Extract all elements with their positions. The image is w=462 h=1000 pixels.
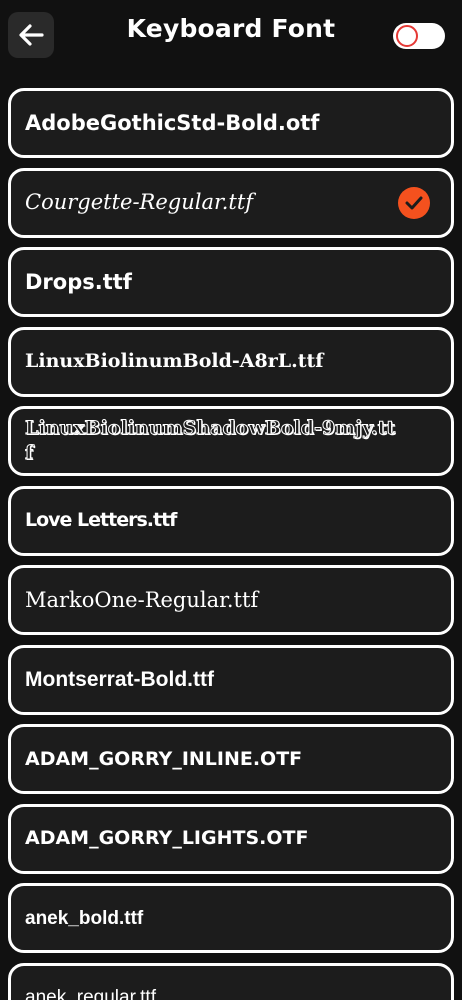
- font-item-drops[interactable]: Drops.ttf: [8, 247, 454, 317]
- font-item-label: anek_bold.ttf: [25, 907, 144, 929]
- font-item-label: LinuxBiolinumShadowBold-9mjy.ttf: [25, 417, 396, 465]
- font-item-label: ADAM_GORRY_INLINE.OTF: [25, 747, 303, 770]
- font-list: AdobeGothicStd-Bold.otf Courgette-Regula…: [8, 88, 454, 1000]
- font-item-anek-bold[interactable]: anek_bold.ttf: [8, 883, 454, 953]
- font-item-love-letters[interactable]: Love Letters.ttf: [8, 485, 454, 556]
- header: Keyboard Font: [0, 0, 462, 72]
- font-item-label: anek_regular.ttf: [25, 987, 156, 1000]
- font-item-label: AdobeGothicStd-Bold.otf: [25, 110, 320, 135]
- font-item-adam-gorry-inline[interactable]: ADAM_GORRY_INLINE.OTF: [8, 724, 454, 794]
- font-item-adobegothicstd-bold[interactable]: AdobeGothicStd-Bold.otf: [8, 88, 454, 158]
- toggle-knob: [396, 25, 418, 47]
- font-item-label: Courgette-Regular.ttf: [25, 190, 254, 214]
- font-item-adam-gorry-lights[interactable]: ADAM_GORRY_LIGHTS.OTF: [8, 803, 454, 874]
- selected-check-icon: [398, 186, 430, 219]
- font-item-markoone-regular[interactable]: MarkoOne-Regular.ttf: [8, 565, 454, 635]
- keyboard-font-screen: Keyboard Font AdobeGothicStd-Bold.otf Co…: [0, 0, 462, 1000]
- font-item-linuxbiolinumbold[interactable]: LinuxBiolinumBold-A8rL.ttf: [8, 326, 454, 397]
- font-item-label: Love Letters.ttf: [25, 509, 177, 531]
- font-item-anek-regular[interactable]: anek_regular.ttf: [8, 962, 454, 1000]
- font-item-label: MarkoOne-Regular.ttf: [25, 587, 259, 612]
- font-item-montserrat-bold[interactable]: Montserrat-Bold.ttf: [8, 644, 454, 715]
- font-toggle-switch[interactable]: [393, 23, 445, 49]
- font-item-label: Montserrat-Bold.ttf: [25, 668, 214, 691]
- font-item-label: Drops.ttf: [25, 269, 132, 294]
- font-item-linuxbiolinumshadowbold[interactable]: LinuxBiolinumShadowBold-9mjy.ttf: [8, 406, 454, 476]
- font-item-courgette-regular[interactable]: Courgette-Regular.ttf: [8, 167, 454, 238]
- font-item-label: ADAM_GORRY_LIGHTS.OTF: [25, 827, 309, 849]
- font-item-label: LinuxBiolinumBold-A8rL.ttf: [25, 350, 324, 372]
